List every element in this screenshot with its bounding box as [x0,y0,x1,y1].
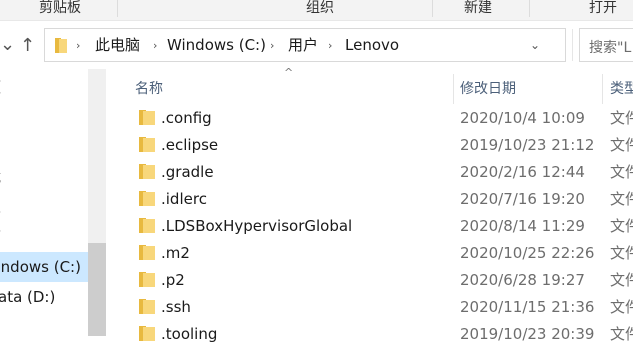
search-input[interactable]: 搜索"L [579,28,633,62]
nav-item-downloads[interactable]: 载 [0,162,88,192]
breadcrumb-separator-icon[interactable]: › [76,39,80,52]
file-row[interactable]: .m2 2020/10/25 22:26 文件 [106,240,633,267]
file-type: 文件 [610,298,633,316]
file-row[interactable]: .LDSBoxHypervisorGlobal 2020/8/14 11:29 … [106,213,633,240]
ribbon-group-new: 新建 [464,0,492,16]
file-row[interactable]: .eclipse 2019/10/23 21:12 文件 [106,132,633,159]
file-modified: 2019/10/23 20:39 [460,325,595,343]
breadcrumb-drive-c[interactable]: Windows (C:) [167,36,266,54]
ribbon-border [0,20,633,21]
file-row[interactable]: .config 2020/10/4 10:09 文件 [106,105,633,132]
nav-item-drive-d[interactable]: ata (D:) [0,282,88,312]
nav-item-drive-c[interactable]: Windows (C:) [0,252,88,282]
file-type: 文件 [610,244,633,262]
column-header-modified[interactable]: 修改日期 [460,80,516,98]
folder-icon [139,245,155,260]
nav-item-videos[interactable]: 频 [0,72,88,102]
column-header-type[interactable]: 类型 [610,80,633,98]
breadcrumb-users[interactable]: 用户 [288,36,318,54]
ribbon: 剪贴板 组织 新建 打开 [0,0,633,20]
folder-icon [139,299,155,314]
file-row[interactable]: .idlerc 2020/7/16 19:20 文件 [106,186,633,213]
breadcrumb-lenovo[interactable]: Lenovo [345,36,399,54]
ribbon-group-organize: 组织 [306,0,334,16]
file-type: 文件 [610,217,633,235]
file-row[interactable]: .ssh 2020/11/15 21:36 文件 [106,294,633,321]
file-type: 文件 [610,271,633,289]
column-divider[interactable] [453,74,454,104]
file-type: 文件 [610,163,633,181]
file-type: 文件 [610,190,633,208]
file-name: .ssh [161,298,191,316]
breadcrumb-separator-icon[interactable]: › [328,39,332,52]
file-row[interactable]: .gradle 2020/2/16 12:44 文件 [106,159,633,186]
sort-ascending-icon: ^ [284,66,294,79]
search-placeholder: 搜索"L [589,40,632,56]
breadcrumb-separator-icon[interactable]: › [153,39,157,52]
file-modified: 2020/2/16 12:44 [460,163,585,181]
navigation-pane-scrollbar[interactable] [88,69,106,336]
folder-icon [139,326,155,341]
up-arrow-icon[interactable]: ↑ [20,36,35,56]
file-modified: 2020/10/4 10:09 [460,109,585,127]
nav-item-desktop[interactable]: 面 [0,222,88,252]
breadcrumb-this-pc[interactable]: 此电脑 [95,36,140,54]
file-name: .LDSBoxHypervisorGlobal [161,217,353,235]
file-name: .tooling [161,325,218,343]
file-name: .gradle [161,163,214,181]
scrollbar-thumb[interactable] [88,243,106,336]
folder-icon [55,38,67,53]
breadcrumb-separator-icon[interactable]: › [270,39,274,52]
recent-locations-chevron-icon[interactable]: ⌄ [0,35,15,55]
file-type: 文件 [610,325,633,343]
ribbon-divider [529,0,530,17]
nav-item-documents[interactable]: 档 [0,132,88,162]
folder-icon [139,272,155,287]
ribbon-group-open: 打开 [589,0,617,16]
folder-icon [139,164,155,179]
file-row[interactable]: .p2 2020/6/28 19:27 文件 [106,267,633,294]
file-name: .config [161,109,212,127]
address-dropdown-chevron-icon[interactable]: ⌄ [530,38,540,52]
file-modified: 2019/10/23 21:12 [460,136,595,154]
folder-icon [139,191,155,206]
folder-icon [139,218,155,233]
file-type: 文件 [610,136,633,154]
file-name: .eclipse [161,136,219,154]
file-name: .idlerc [161,190,207,208]
file-type: 文件 [610,109,633,127]
ribbon-group-clipboard: 剪贴板 [39,0,81,16]
file-modified: 2020/11/15 21:36 [460,298,595,316]
navigation-pane: 频 片 档 载 乐 面 Windows (C:) ata (D:) [0,69,88,336]
ribbon-divider [432,0,433,17]
nav-item-pictures[interactable]: 片 [0,102,88,132]
ribbon-divider [117,0,118,17]
file-row[interactable]: .tooling 2019/10/23 20:39 文件 [106,321,633,348]
file-name: .p2 [161,271,185,289]
file-modified: 2020/10/25 22:26 [460,244,595,262]
file-modified: 2020/7/16 19:20 [460,190,585,208]
nav-item-music[interactable]: 乐 [0,192,88,222]
folder-icon [139,137,155,152]
column-divider[interactable] [602,74,603,104]
file-modified: 2020/8/14 11:29 [460,217,585,235]
folder-icon [139,110,155,125]
file-name: .m2 [161,244,190,262]
column-header-name[interactable]: 名称 [135,80,163,98]
file-modified: 2020/6/28 19:27 [460,271,585,289]
address-bar[interactable]: › 此电脑 › Windows (C:) › 用户 › Lenovo ⌄ ↻ [44,28,599,62]
